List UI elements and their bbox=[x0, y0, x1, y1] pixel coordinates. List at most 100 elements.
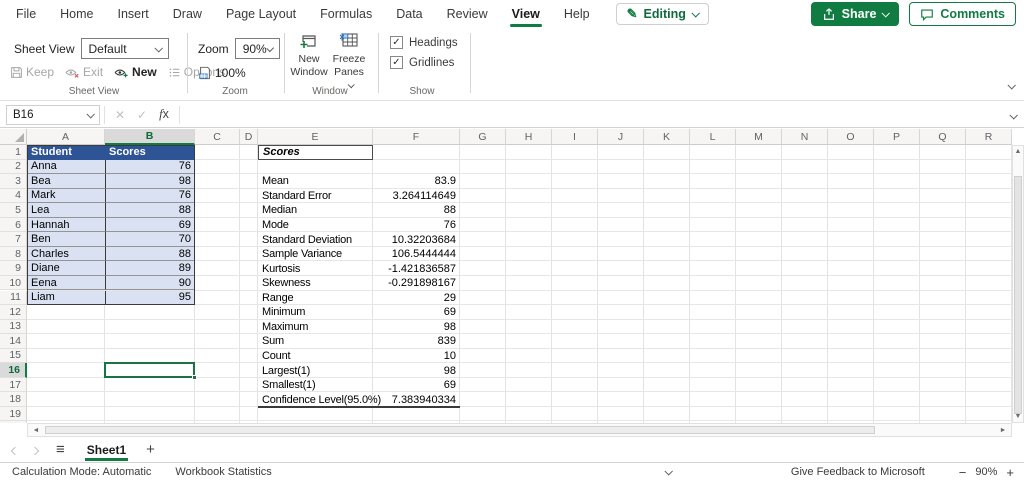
row-header-6[interactable]: 6 bbox=[0, 217, 27, 233]
cell-a2-student-name[interactable]: Anna bbox=[27, 159, 105, 175]
stats-value-mode[interactable]: 76 bbox=[373, 218, 460, 233]
stats-label-minimum[interactable]: Minimum bbox=[258, 305, 373, 320]
column-header-h[interactable]: H bbox=[506, 129, 552, 145]
scroll-right-arrow[interactable]: ► bbox=[997, 425, 1009, 436]
column-header-j[interactable]: J bbox=[598, 129, 644, 145]
ribbon-tab-data[interactable]: Data bbox=[384, 0, 434, 28]
stats-value-skewness[interactable]: -0.291898167 bbox=[373, 276, 460, 291]
horizontal-scrollbar[interactable]: ◄ ► bbox=[27, 423, 1012, 437]
cell-b8-score[interactable]: 88 bbox=[105, 246, 195, 262]
stats-value-sample-variance[interactable]: 106.5444444 bbox=[373, 247, 460, 262]
ribbon-tab-page-layout[interactable]: Page Layout bbox=[214, 0, 308, 28]
cell-a9-student-name[interactable]: Diane bbox=[27, 261, 105, 276]
ribbon-tab-help[interactable]: Help bbox=[552, 0, 602, 28]
stats-value-sum[interactable]: 839 bbox=[373, 334, 460, 349]
freeze-panes-button[interactable]: Freeze Panes bbox=[330, 32, 368, 92]
column-header-r[interactable]: R bbox=[966, 129, 1012, 145]
column-header-e[interactable]: E bbox=[258, 129, 373, 145]
status-options-chevron[interactable] bbox=[664, 466, 673, 478]
stats-label-confidence-level-95-0-[interactable]: Confidence Level(95.0%) bbox=[258, 392, 381, 407]
select-all-corner[interactable] bbox=[0, 129, 27, 145]
stats-label-maximum[interactable]: Maximum bbox=[258, 320, 373, 335]
collapse-ribbon-button[interactable] bbox=[1007, 78, 1016, 92]
selected-cell-b16[interactable] bbox=[104, 362, 195, 379]
editing-mode-dropdown[interactable]: ✎ Editing bbox=[615, 3, 709, 25]
cell-b10-score[interactable]: 90 bbox=[105, 275, 195, 291]
column-header-q[interactable]: Q bbox=[920, 129, 966, 145]
row-header-20[interactable]: 20 bbox=[0, 421, 27, 423]
column-header-a[interactable]: A bbox=[27, 129, 105, 145]
column-header-d[interactable]: D bbox=[240, 129, 258, 145]
stats-label-count[interactable]: Count bbox=[258, 349, 373, 364]
column-header-i[interactable]: I bbox=[552, 129, 598, 145]
stats-label-sum[interactable]: Sum bbox=[258, 334, 373, 349]
column-header-l[interactable]: L bbox=[690, 129, 736, 145]
zoom-level-indicator[interactable]: 90% bbox=[975, 466, 997, 478]
stats-value-minimum[interactable]: 69 bbox=[373, 305, 460, 320]
zoom-dropdown[interactable]: 90% bbox=[234, 38, 280, 59]
row-header-13[interactable]: 13 bbox=[0, 319, 27, 335]
stats-label-range[interactable]: Range bbox=[258, 291, 373, 306]
stats-value-kurtosis[interactable]: -1.421836587 bbox=[373, 261, 460, 276]
scroll-left-arrow[interactable]: ◄ bbox=[30, 425, 42, 436]
name-box[interactable]: B16 bbox=[6, 104, 100, 125]
stats-label-standard-error[interactable]: Standard Error bbox=[258, 189, 373, 204]
keep-sheet-view-button[interactable]: Keep bbox=[10, 65, 54, 79]
stats-label-standard-deviation[interactable]: Standard Deviation bbox=[258, 232, 373, 247]
gridlines-checkbox-row[interactable]: ✓ Gridlines bbox=[390, 56, 454, 69]
cell-b11-score[interactable]: 95 bbox=[105, 290, 195, 306]
workbook-statistics-button[interactable]: Workbook Statistics bbox=[175, 466, 271, 478]
cell-b6-score[interactable]: 69 bbox=[105, 217, 195, 233]
column-header-n[interactable]: N bbox=[782, 129, 828, 145]
row-header-11[interactable]: 11 bbox=[0, 290, 27, 306]
cell-a5-student-name[interactable]: Lea bbox=[27, 203, 105, 218]
zoom-in-button[interactable]: + bbox=[1006, 465, 1014, 480]
stats-value-largest-1-[interactable]: 98 bbox=[373, 363, 460, 378]
cell-a3-student-name[interactable]: Bea bbox=[27, 174, 105, 189]
cell-b9-score[interactable]: 89 bbox=[105, 261, 195, 276]
table-header-student[interactable]: Student bbox=[27, 145, 105, 160]
column-header-k[interactable]: K bbox=[644, 129, 690, 145]
cell-b5-score[interactable]: 88 bbox=[105, 203, 195, 218]
give-feedback-link[interactable]: Give Feedback to Microsoft bbox=[791, 466, 925, 478]
stats-label-mean[interactable]: Mean bbox=[258, 174, 373, 189]
table-header-scores[interactable]: Scores bbox=[105, 145, 195, 160]
insert-function-button[interactable]: fx bbox=[153, 107, 175, 122]
row-header-18[interactable]: 18 bbox=[0, 392, 27, 407]
row-header-17[interactable]: 17 bbox=[0, 377, 27, 393]
stats-title-cell[interactable]: Scores bbox=[258, 145, 373, 160]
stats-label-smallest-1-[interactable]: Smallest(1) bbox=[258, 378, 373, 393]
headings-checkbox-row[interactable]: ✓ Headings bbox=[390, 36, 458, 49]
cell-b3-score[interactable]: 98 bbox=[105, 174, 195, 189]
stats-value-smallest-1-[interactable]: 69 bbox=[373, 378, 460, 393]
stats-value-range[interactable]: 29 bbox=[373, 291, 460, 306]
cell-a6-student-name[interactable]: Hannah bbox=[27, 217, 105, 233]
vertical-scrollbar-thumb[interactable] bbox=[1014, 176, 1022, 414]
next-sheet-button[interactable] bbox=[30, 441, 40, 459]
stats-value-standard-error[interactable]: 3.264114649 bbox=[373, 189, 460, 204]
stats-label-mode[interactable]: Mode bbox=[258, 218, 373, 233]
exit-sheet-view-button[interactable]: Exit bbox=[65, 65, 103, 79]
new-window-button[interactable]: New Window bbox=[290, 32, 328, 79]
scroll-down-arrow[interactable]: ▼ bbox=[1013, 413, 1023, 420]
cell-b7-score[interactable]: 70 bbox=[105, 232, 195, 247]
row-header-16[interactable]: 16 bbox=[0, 363, 27, 378]
cell-a11-student-name[interactable]: Liam bbox=[27, 290, 105, 306]
row-header-4[interactable]: 4 bbox=[0, 188, 27, 204]
row-header-14[interactable]: 14 bbox=[0, 334, 27, 349]
horizontal-scrollbar-thumb[interactable] bbox=[45, 426, 875, 434]
zoom-out-button[interactable]: − bbox=[959, 465, 967, 480]
stats-label-largest-1-[interactable]: Largest(1) bbox=[258, 363, 373, 378]
sheet-view-dropdown[interactable]: Default bbox=[80, 38, 169, 59]
fill-handle[interactable] bbox=[192, 374, 197, 380]
row-header-8[interactable]: 8 bbox=[0, 246, 27, 262]
ribbon-tab-draw[interactable]: Draw bbox=[161, 0, 214, 28]
all-sheets-menu-button[interactable]: ≡ bbox=[56, 441, 65, 458]
cell-b2-score[interactable]: 76 bbox=[105, 159, 195, 175]
stats-label-median[interactable]: Median bbox=[258, 203, 373, 218]
row-header-10[interactable]: 10 bbox=[0, 275, 27, 291]
new-sheet-view-button[interactable]: New bbox=[114, 65, 157, 79]
stats-value-median[interactable]: 88 bbox=[373, 203, 460, 218]
prev-sheet-button[interactable] bbox=[10, 441, 20, 459]
stats-value-standard-deviation[interactable]: 10.32203684 bbox=[373, 232, 460, 247]
